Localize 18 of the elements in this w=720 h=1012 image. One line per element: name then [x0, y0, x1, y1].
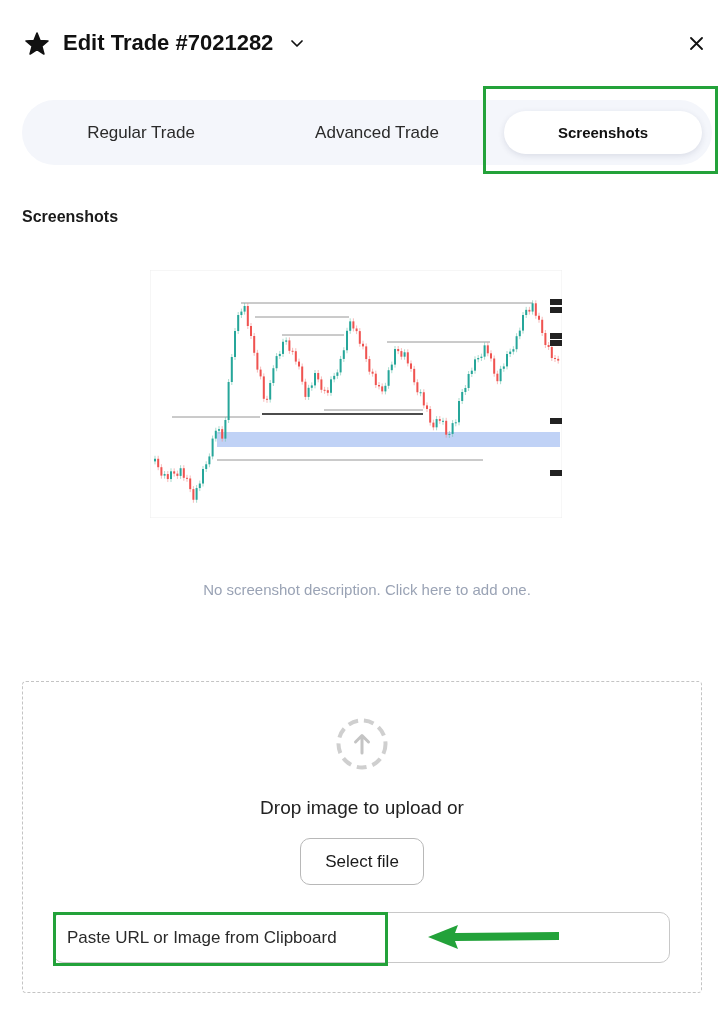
tab[interactable]: Regular Trade [32, 111, 250, 154]
price-tag [550, 418, 562, 424]
section-title: Screenshots [22, 208, 120, 226]
level-line [281, 334, 345, 336]
price-tag [550, 307, 562, 313]
upload-dropzone[interactable]: Drop image to upload or Select file Paste URL or Image from Clipboard [22, 681, 702, 993]
price-tag [550, 299, 562, 305]
price-tag [550, 470, 562, 476]
star-icon[interactable] [25, 31, 49, 55]
close-icon[interactable] [690, 36, 703, 50]
tab[interactable]: Screenshots [504, 111, 702, 154]
chevron-icon[interactable] [291, 39, 304, 47]
paste-url-field[interactable]: Paste URL or Image from Clipboard [53, 912, 670, 963]
tab[interactable]: Advanced Trade [250, 111, 504, 154]
window-title: Edit Trade #7021282 [63, 30, 274, 56]
upload-prompt: Drop image to upload or [260, 797, 464, 819]
upload-icon [336, 718, 388, 770]
select-file-button[interactable]: Select file [300, 838, 424, 885]
